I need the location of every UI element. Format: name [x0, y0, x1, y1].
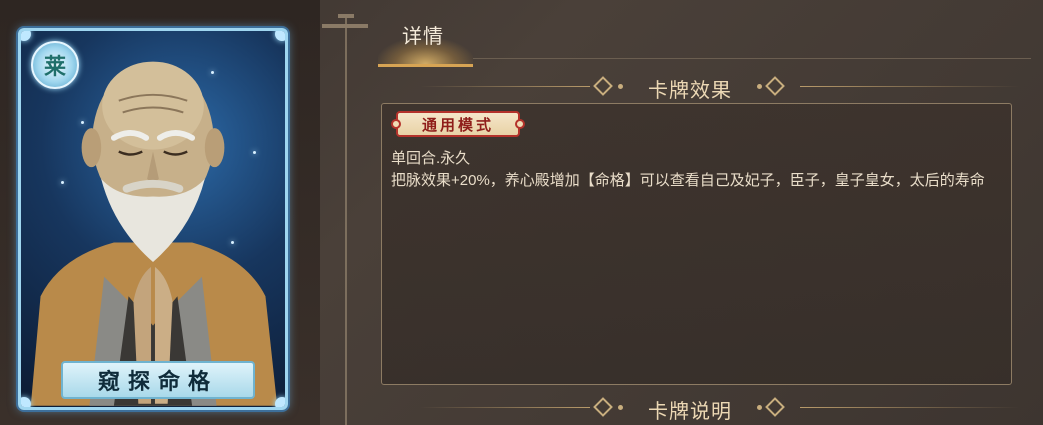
corner-ornament-icon	[21, 397, 31, 407]
section-title: 卡牌效果	[648, 80, 732, 102]
tab-label: 详情	[402, 26, 444, 48]
corner-ornament-icon	[275, 397, 285, 407]
header-line-right	[800, 407, 1020, 408]
vertical-divider	[345, 18, 347, 425]
card-frame[interactable]: 莱 窥探命格	[18, 28, 288, 410]
effect-text: 单回合.永久 把脉效果+20%，养心殿增加【命格】可以查看自己及妃子，臣子，皇子…	[391, 148, 1001, 192]
diamond-ornament-icon	[765, 76, 785, 96]
mode-tag: 通用模式	[391, 111, 525, 137]
tab-rule	[473, 58, 1031, 59]
tab-details[interactable]: 详情	[378, 10, 473, 67]
card-panel: 莱 窥探命格	[0, 0, 320, 425]
diamond-ornament-icon	[765, 397, 785, 417]
diamond-ornament-icon	[593, 76, 613, 96]
dot-ornament-icon	[757, 405, 762, 410]
header-line-left	[420, 86, 590, 87]
dot-ornament-icon	[757, 84, 762, 89]
section-header-effect: 卡牌效果	[420, 72, 1020, 102]
dot-ornament-icon	[618, 84, 623, 89]
tab-underline	[378, 64, 473, 67]
corner-ornament-icon	[275, 31, 285, 41]
header-line-right	[800, 86, 1020, 87]
effect-line: 把脉效果+20%，养心殿增加【命格】可以查看自己及妃子，臣子，皇子皇女，太后的寿…	[391, 172, 985, 189]
card-name: 窥探命格	[61, 361, 255, 399]
rank-badge: 莱	[31, 41, 79, 89]
section-header-description: 卡牌说明	[420, 393, 1020, 423]
diamond-ornament-icon	[593, 397, 613, 417]
effect-box: 通用模式 单回合.永久 把脉效果+20%，养心殿增加【命格】可以查看自己及妃子，…	[381, 103, 1012, 385]
dot-ornament-icon	[618, 405, 623, 410]
effect-line: 单回合.永久	[391, 150, 471, 167]
section-title: 卡牌说明	[648, 401, 732, 423]
header-line-left	[420, 407, 590, 408]
